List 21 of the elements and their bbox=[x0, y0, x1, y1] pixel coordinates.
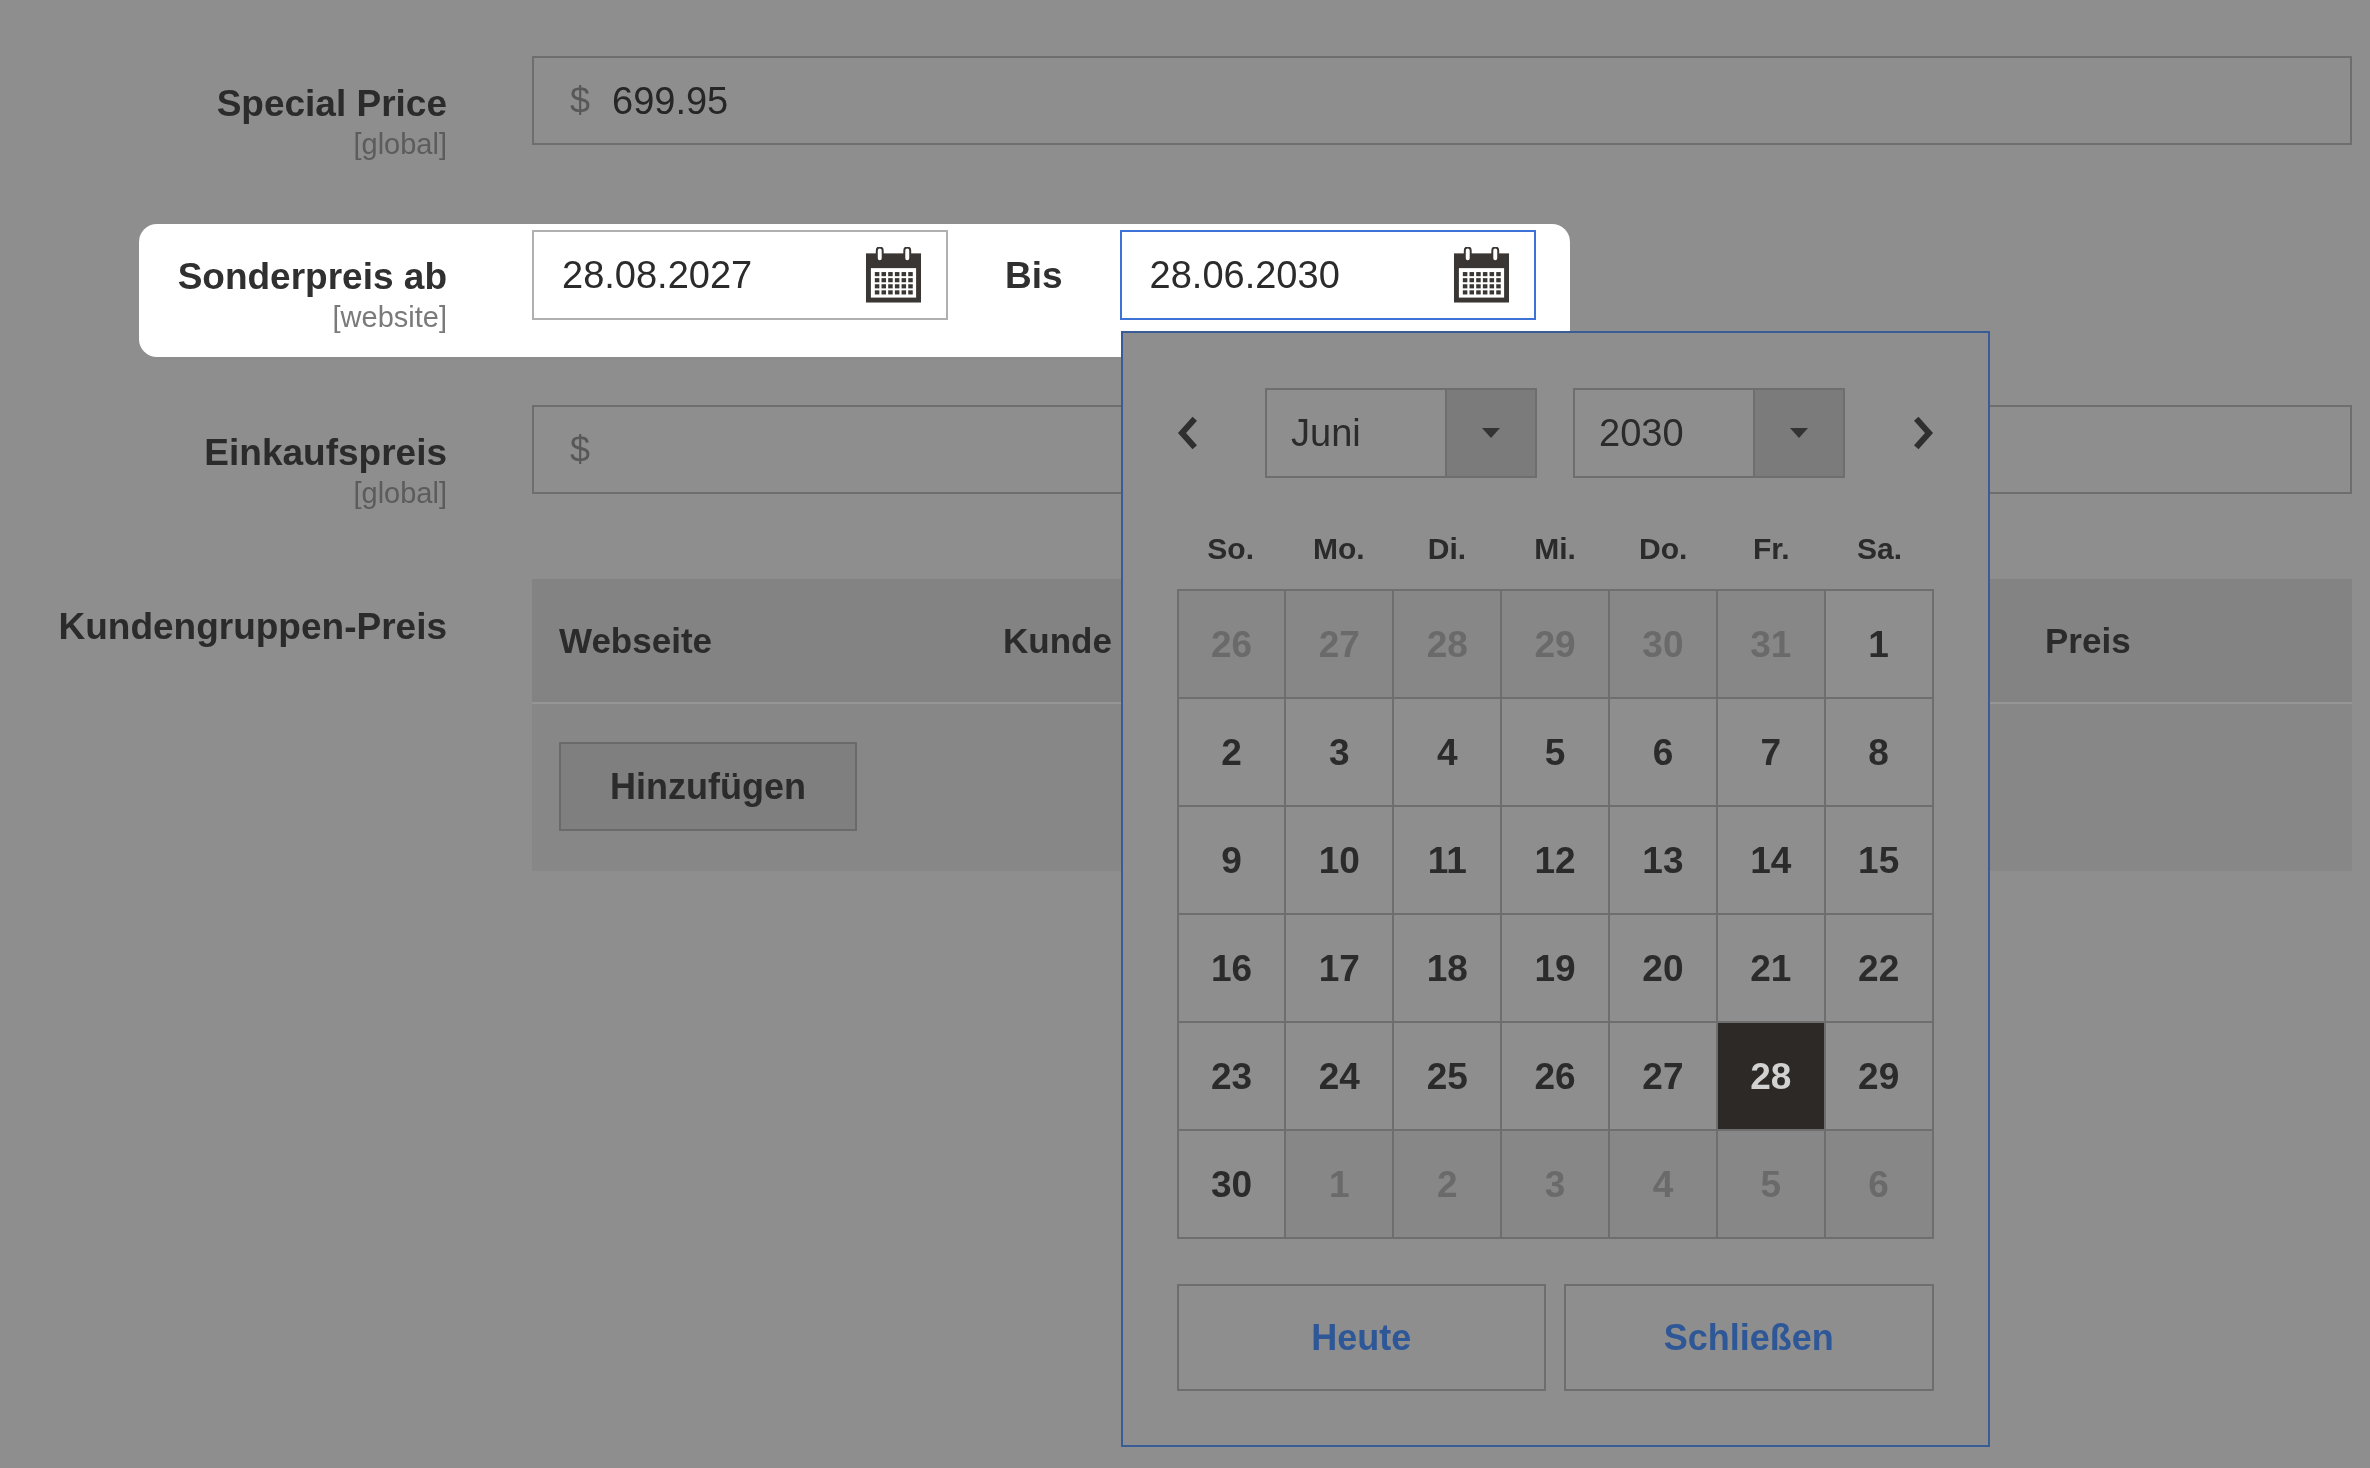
separator-label: Bis bbox=[1005, 256, 1063, 294]
weekday-label: Do. bbox=[1639, 534, 1688, 564]
currency-prefix: $ bbox=[570, 431, 591, 468]
field-label: Kundengruppen-Preis bbox=[58, 605, 447, 648]
weekday-label: Mi. bbox=[1534, 534, 1576, 564]
currency-prefix: $ bbox=[570, 82, 591, 119]
date-value: 28.06.2030 bbox=[1149, 256, 1340, 294]
field-label: Einkaufspreis bbox=[204, 431, 447, 474]
field-label: Sonderpreis ab bbox=[177, 255, 447, 298]
column-header: Kunde bbox=[1003, 623, 1112, 658]
weekday-label: Sa. bbox=[1857, 534, 1902, 564]
field-value: 699.95 bbox=[612, 81, 729, 120]
scope-label: [website] bbox=[332, 300, 447, 334]
date-value: 28.08.2027 bbox=[562, 256, 753, 294]
weekday-label: Di. bbox=[1427, 534, 1467, 564]
weekday-label: So. bbox=[1207, 534, 1254, 564]
weekday-label: Mo. bbox=[1312, 534, 1365, 564]
column-header: Preis bbox=[2045, 623, 2131, 658]
field-label: Special Price bbox=[216, 82, 447, 125]
weekday-label: Fr. bbox=[1753, 534, 1790, 564]
column-header: Webseite bbox=[559, 623, 713, 658]
